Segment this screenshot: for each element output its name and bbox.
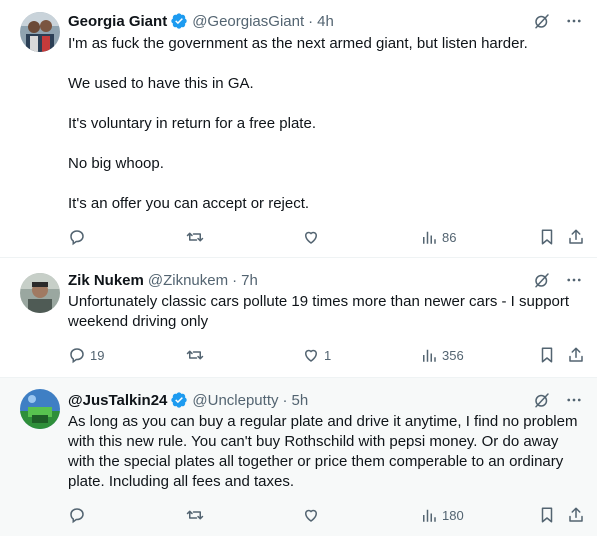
retweet-icon [186,232,204,242]
share-button[interactable] [567,505,585,525]
grok-icon[interactable] [533,271,551,289]
views-button[interactable]: 86 [420,227,456,247]
verified-badge-icon [170,12,188,30]
share-button[interactable] [567,345,585,365]
retweet-icon [186,350,204,360]
reply-icon [70,508,84,524]
verified-badge-icon [170,391,188,409]
separator-dot: · [232,271,238,289]
like-icon [304,231,318,244]
timestamp[interactable]: 7h [241,272,258,289]
tweet-header: @JusTalkin24 @Uncleputty · 5h [68,390,583,410]
like-icon [304,349,318,362]
bookmark-button[interactable] [538,505,556,525]
author-name[interactable]: Zik Nukem [68,272,144,289]
tweet-header: Zik Nukem @Ziknukem · 7h [68,270,583,290]
tweet-actions: 180 [68,505,583,525]
tweet-text: Unfortunately classic cars pollute 19 ti… [68,293,570,330]
views-button[interactable]: 356 [420,345,464,365]
tweet-paragraph: No big whoop. [68,155,164,172]
author-name[interactable]: @JusTalkin24 [68,392,167,409]
more-icon[interactable] [565,391,583,409]
reply-button[interactable] [68,505,90,525]
avatar[interactable] [20,389,60,429]
view-count: 356 [442,347,464,363]
tweet-paragraph: It's voluntary in return for a free plat… [68,115,316,132]
tweet-paragraph: I'm as fuck the government as the next a… [68,35,528,52]
tweet-text: As long as you can buy a regular plate a… [68,413,578,490]
share-icon [569,507,583,522]
author-handle[interactable]: @Uncleputty [192,392,278,409]
retweet-button[interactable] [186,505,208,525]
bookmark-button[interactable] [538,345,556,365]
reply-count: 19 [90,347,105,363]
views-icon [423,509,436,522]
reply-button[interactable]: 19 [68,345,104,365]
reply-icon [70,230,84,246]
bookmark-icon [541,507,553,523]
share-icon [569,229,583,244]
tweet-paragraph: We used to have this in GA. [68,75,254,92]
retweet-button[interactable] [186,345,208,365]
views-icon [423,231,436,244]
tweet[interactable]: @JusTalkin24 @Uncleputty · 5h As long as… [0,378,597,536]
bookmark-icon [541,229,553,245]
grok-icon[interactable] [533,12,551,30]
separator-dot: · [282,391,288,409]
tweet-actions: 86 [68,227,583,247]
views-button[interactable]: 180 [420,505,464,525]
avatar[interactable] [20,12,60,52]
more-icon[interactable] [565,12,583,30]
author-name[interactable]: Georgia Giant [68,13,167,30]
retweet-icon [186,510,204,520]
author-handle[interactable]: @GeorgiasGiant [192,13,304,30]
share-button[interactable] [567,227,585,247]
avatar[interactable] [20,273,60,313]
separator-dot: · [308,12,314,30]
like-count: 1 [324,347,332,363]
reply-icon [70,348,84,364]
tweet-actions: 19 1 356 [68,345,583,365]
like-button[interactable] [302,227,324,247]
bookmark-button[interactable] [538,227,556,247]
bookmark-icon [541,347,553,363]
timestamp[interactable]: 4h [317,13,334,30]
like-button[interactable]: 1 [302,345,331,365]
grok-icon[interactable] [533,391,551,409]
tweet[interactable]: Georgia Giant @GeorgiasGiant · 4h I'm as… [0,0,597,258]
retweet-button[interactable] [186,227,208,247]
tweet[interactable]: Zik Nukem @Ziknukem · 7h Unfortunately c… [0,258,597,378]
views-icon [423,349,436,362]
author-handle[interactable]: @Ziknukem [148,272,228,289]
view-count: 86 [442,229,457,245]
like-icon [304,509,318,522]
tweet-text: I'm as fuck the government as the next a… [68,34,583,214]
view-count: 180 [442,507,464,523]
timestamp[interactable]: 5h [292,392,309,409]
reply-button[interactable] [68,227,90,247]
more-icon[interactable] [565,271,583,289]
tweet-paragraph: It's an offer you can accept or reject. [68,195,310,212]
like-button[interactable] [302,505,324,525]
tweet-header: Georgia Giant @GeorgiasGiant · 4h [68,11,583,31]
share-icon [569,347,583,362]
